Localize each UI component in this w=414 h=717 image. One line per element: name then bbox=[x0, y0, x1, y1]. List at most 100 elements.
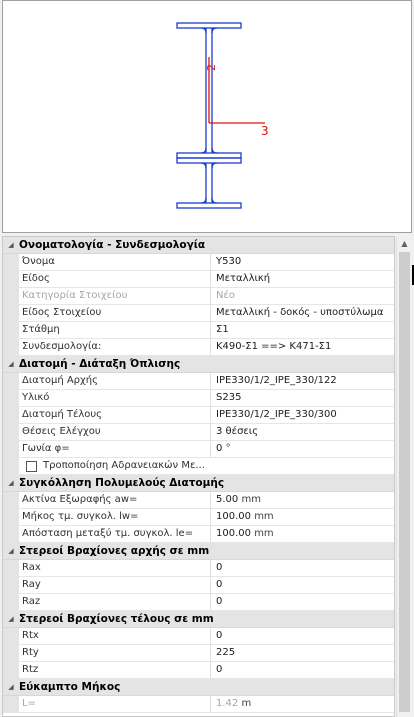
section-title: Εύκαμπτο Μήκος bbox=[19, 681, 121, 693]
row-gutter bbox=[3, 594, 19, 610]
value-unit: mm bbox=[241, 494, 261, 505]
section-preview-panel: 2 3 bbox=[2, 0, 412, 233]
row-gutter bbox=[3, 305, 19, 321]
property-value[interactable]: IPE330/1/2_IPE_330/300 bbox=[211, 407, 394, 423]
section-header[interactable]: ◢ Στερεοί Βραχίονες τέλους σε mm bbox=[3, 611, 394, 628]
row-gutter bbox=[3, 373, 19, 389]
row-gutter bbox=[3, 322, 19, 338]
row-gutter bbox=[3, 492, 19, 508]
axis-3-label: 3 bbox=[261, 124, 269, 138]
property-row[interactable]: Συνδεσμολογία: K490-Σ1 ==> K471-Σ1 bbox=[3, 339, 394, 356]
value-text: IPE330/1/2_IPE_330/122 bbox=[216, 375, 337, 386]
section-title: Ονοματολογία - Συνδεσμολογία bbox=[19, 239, 206, 251]
property-grid-scrollbar[interactable]: ▲ bbox=[396, 236, 412, 717]
property-row[interactable]: Όνομα Y530 bbox=[3, 254, 394, 271]
property-value[interactable]: K490-Σ1 ==> K471-Σ1 bbox=[211, 339, 394, 355]
property-value[interactable]: Y530 bbox=[211, 254, 394, 270]
property-value[interactable]: 3 θέσεις bbox=[211, 424, 394, 440]
property-label: Rty bbox=[19, 645, 211, 661]
property-value[interactable]: S235 bbox=[211, 390, 394, 406]
collapse-arrow-icon[interactable]: ◢ bbox=[3, 615, 19, 623]
property-row[interactable]: Θέσεις Ελέγχου 3 θέσεις bbox=[3, 424, 394, 441]
collapse-arrow-icon[interactable]: ◢ bbox=[3, 547, 19, 555]
axis-2-label: 2 bbox=[205, 64, 218, 71]
collapse-arrow-icon[interactable]: ◢ bbox=[3, 360, 19, 368]
property-value[interactable]: 100.00 mm bbox=[211, 526, 394, 542]
property-row[interactable]: Τροποποίηση Αδρανειακών Με... bbox=[3, 458, 394, 475]
section-title: Στερεοί Βραχίονες αρχής σε mm bbox=[19, 545, 210, 557]
bottom-flange-upper bbox=[176, 152, 242, 159]
property-label: Διατομή Αρχής bbox=[19, 373, 211, 389]
property-row[interactable]: L= 1.42 m bbox=[3, 696, 394, 713]
value-text: S235 bbox=[216, 392, 242, 403]
section-drawing: 2 3 bbox=[176, 22, 269, 209]
row-gutter bbox=[3, 271, 19, 287]
scroll-up-arrow-icon[interactable]: ▲ bbox=[397, 238, 412, 250]
collapse-arrow-icon[interactable]: ◢ bbox=[3, 683, 19, 691]
property-value[interactable]: Μεταλλική - δοκός - υποστύλωμα bbox=[211, 305, 394, 321]
checkbox-label: Τροποποίηση Αδρανειακών Με... bbox=[43, 460, 205, 471]
property-value[interactable]: 0 bbox=[211, 560, 394, 576]
row-gutter bbox=[3, 254, 19, 270]
property-row[interactable]: Απόσταση μεταξύ τμ. συγκολ. le= 100.00 mm bbox=[3, 526, 394, 543]
checkbox[interactable] bbox=[26, 460, 37, 472]
value-text: 5.00 bbox=[216, 494, 239, 505]
property-value[interactable]: IPE330/1/2_IPE_330/122 bbox=[211, 373, 394, 389]
section-header[interactable]: ◢ Ονοματολογία - Συνδεσμολογία bbox=[3, 237, 394, 254]
property-row[interactable]: Raz 0 bbox=[3, 594, 394, 611]
row-gutter bbox=[3, 662, 19, 678]
property-label: Κατηγορία Στοιχείου bbox=[19, 288, 211, 304]
property-row[interactable]: Rty 225 bbox=[3, 645, 394, 662]
property-value[interactable]: 100.00 mm bbox=[211, 509, 394, 525]
section-header[interactable]: ◢ Συγκόλληση Πολυμελούς Διατομής bbox=[3, 475, 394, 492]
property-row[interactable]: Ray 0 bbox=[3, 577, 394, 594]
property-value[interactable]: 0 bbox=[211, 577, 394, 593]
collapse-arrow-icon[interactable]: ◢ bbox=[3, 241, 19, 249]
row-gutter bbox=[3, 424, 19, 440]
property-label: Όνομα bbox=[19, 254, 211, 270]
property-row[interactable]: Rtz 0 bbox=[3, 662, 394, 679]
property-row[interactable]: Είδος Στοιχείου Μεταλλική - δοκός - υποστ… bbox=[3, 305, 394, 322]
top-flange-upper bbox=[176, 22, 242, 29]
property-value[interactable]: 5.00 mm bbox=[211, 492, 394, 508]
section-header[interactable]: ◢ Εύκαμπτο Μήκος bbox=[3, 679, 394, 696]
property-row[interactable]: Rax 0 bbox=[3, 560, 394, 577]
row-gutter bbox=[3, 526, 19, 542]
value-unit: m bbox=[241, 698, 252, 709]
property-label: Γωνία φ= bbox=[19, 441, 211, 457]
property-label: L= bbox=[19, 696, 211, 712]
value-text: Μεταλλική bbox=[216, 273, 271, 284]
property-value[interactable]: 0 bbox=[211, 628, 394, 644]
scrollbar-thumb[interactable] bbox=[399, 252, 410, 712]
property-value[interactable]: 0 bbox=[211, 662, 394, 678]
property-row[interactable]: Διατομή Αρχής IPE330/1/2_IPE_330/122 bbox=[3, 373, 394, 390]
property-row[interactable]: Ακτίνα Εξωραφής aw= 5.00 mm bbox=[3, 492, 394, 509]
property-row[interactable]: Κατηγορία Στοιχείου Νέο bbox=[3, 288, 394, 305]
value-unit: mm bbox=[254, 511, 274, 522]
value-text: Σ1 bbox=[216, 324, 229, 335]
value-unit: mm bbox=[254, 528, 274, 539]
property-row[interactable]: Μήκος τμ. συγκολ. lw= 100.00 mm bbox=[3, 509, 394, 526]
row-gutter bbox=[3, 390, 19, 406]
property-value[interactable]: Μεταλλική bbox=[211, 271, 394, 287]
property-row[interactable]: Διατομή Τέλους IPE330/1/2_IPE_330/300 bbox=[3, 407, 394, 424]
property-value[interactable]: 225 bbox=[211, 645, 394, 661]
property-label: Τροποποίηση Αδρανειακών Με... bbox=[19, 458, 394, 474]
property-value[interactable]: Σ1 bbox=[211, 322, 394, 338]
value-text: 0 bbox=[216, 562, 223, 573]
property-value[interactable]: 0 ° bbox=[211, 441, 394, 457]
value-text: Y530 bbox=[216, 256, 242, 267]
property-label: Ray bbox=[19, 577, 211, 593]
property-value[interactable]: 0 bbox=[211, 594, 394, 610]
property-row[interactable]: Γωνία φ= 0 ° bbox=[3, 441, 394, 458]
property-row[interactable]: Υλικό S235 bbox=[3, 390, 394, 407]
property-row[interactable]: Είδος Μεταλλική bbox=[3, 271, 394, 288]
value-text: 0 bbox=[216, 579, 223, 590]
property-row[interactable]: Rtx 0 bbox=[3, 628, 394, 645]
property-label: Διατομή Τέλους bbox=[19, 407, 211, 423]
section-header[interactable]: ◢ Διατομή - Διάταξη Όπλισης bbox=[3, 356, 394, 373]
section-header[interactable]: ◢ Στερεοί Βραχίονες αρχής σε mm bbox=[3, 543, 394, 560]
property-row[interactable]: Στάθμη Σ1 bbox=[3, 322, 394, 339]
property-label: Ακτίνα Εξωραφής aw= bbox=[19, 492, 211, 508]
collapse-arrow-icon[interactable]: ◢ bbox=[3, 479, 19, 487]
